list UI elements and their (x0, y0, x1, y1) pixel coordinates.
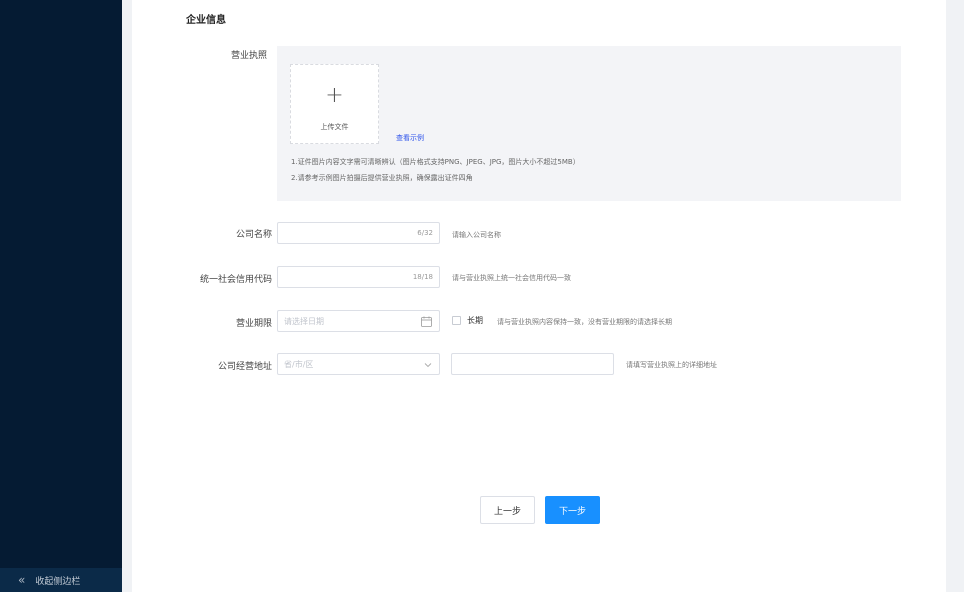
collapse-sidebar-button[interactable]: « 收起侧边栏 (0, 568, 122, 592)
business-term-date-picker[interactable]: 请选择日期 (277, 310, 440, 332)
business-term-label: 营业期限 (235, 319, 272, 329)
section-title: 企业信息 (186, 15, 226, 26)
next-step-button[interactable]: 下一步 (545, 496, 600, 524)
sidebar (0, 0, 122, 592)
address-detail-input[interactable] (451, 353, 614, 375)
license-label: 营业执照 (230, 51, 267, 61)
license-hint-1: 1.证件图片内容文字需可清晰辨认（图片格式支持PNG、JPEG、JPG，图片大小… (291, 158, 580, 166)
upload-button[interactable]: + 上传文件 (290, 64, 379, 144)
upload-label: 上传文件 (320, 123, 349, 131)
credit-code-label: 统一社会信用代码 (199, 275, 272, 285)
address-hint: 请填写营业执照上的详细地址 (626, 361, 717, 369)
collapse-sidebar-label: 收起侧边栏 (35, 576, 81, 587)
view-example-link[interactable]: 查看示例 (396, 133, 424, 143)
date-placeholder: 请选择日期 (284, 317, 324, 326)
company-name-hint: 请输入公司名称 (452, 231, 501, 239)
address-label: 公司经营地址 (217, 362, 272, 372)
double-chevron-left-icon: « (18, 573, 26, 587)
prev-step-button[interactable]: 上一步 (480, 496, 535, 524)
business-term-hint: 请与营业执照内容保持一致，没有营业期限的请选择长期 (497, 318, 672, 326)
company-name-counter: 6/32 (417, 229, 433, 237)
plus-icon: + (325, 83, 344, 108)
region-select[interactable]: 省/市/区 (277, 353, 440, 375)
credit-code-input[interactable]: 18/18 (277, 266, 440, 288)
license-hint-2: 2.请参考示例图片拍摄后提供营业执照，确保露出证件四角 (291, 174, 473, 182)
chevron-down-icon (424, 363, 432, 368)
region-placeholder: 省/市/区 (284, 360, 314, 369)
long-term-label[interactable]: 长期 (467, 315, 483, 326)
company-name-label: 公司名称 (235, 230, 272, 240)
long-term-checkbox[interactable] (452, 316, 461, 325)
credit-code-hint: 请与营业执照上统一社会信用代码一致 (452, 274, 571, 282)
credit-code-counter: 18/18 (412, 273, 433, 281)
calendar-icon (421, 316, 432, 327)
company-name-input[interactable]: 6/32 (277, 222, 440, 244)
